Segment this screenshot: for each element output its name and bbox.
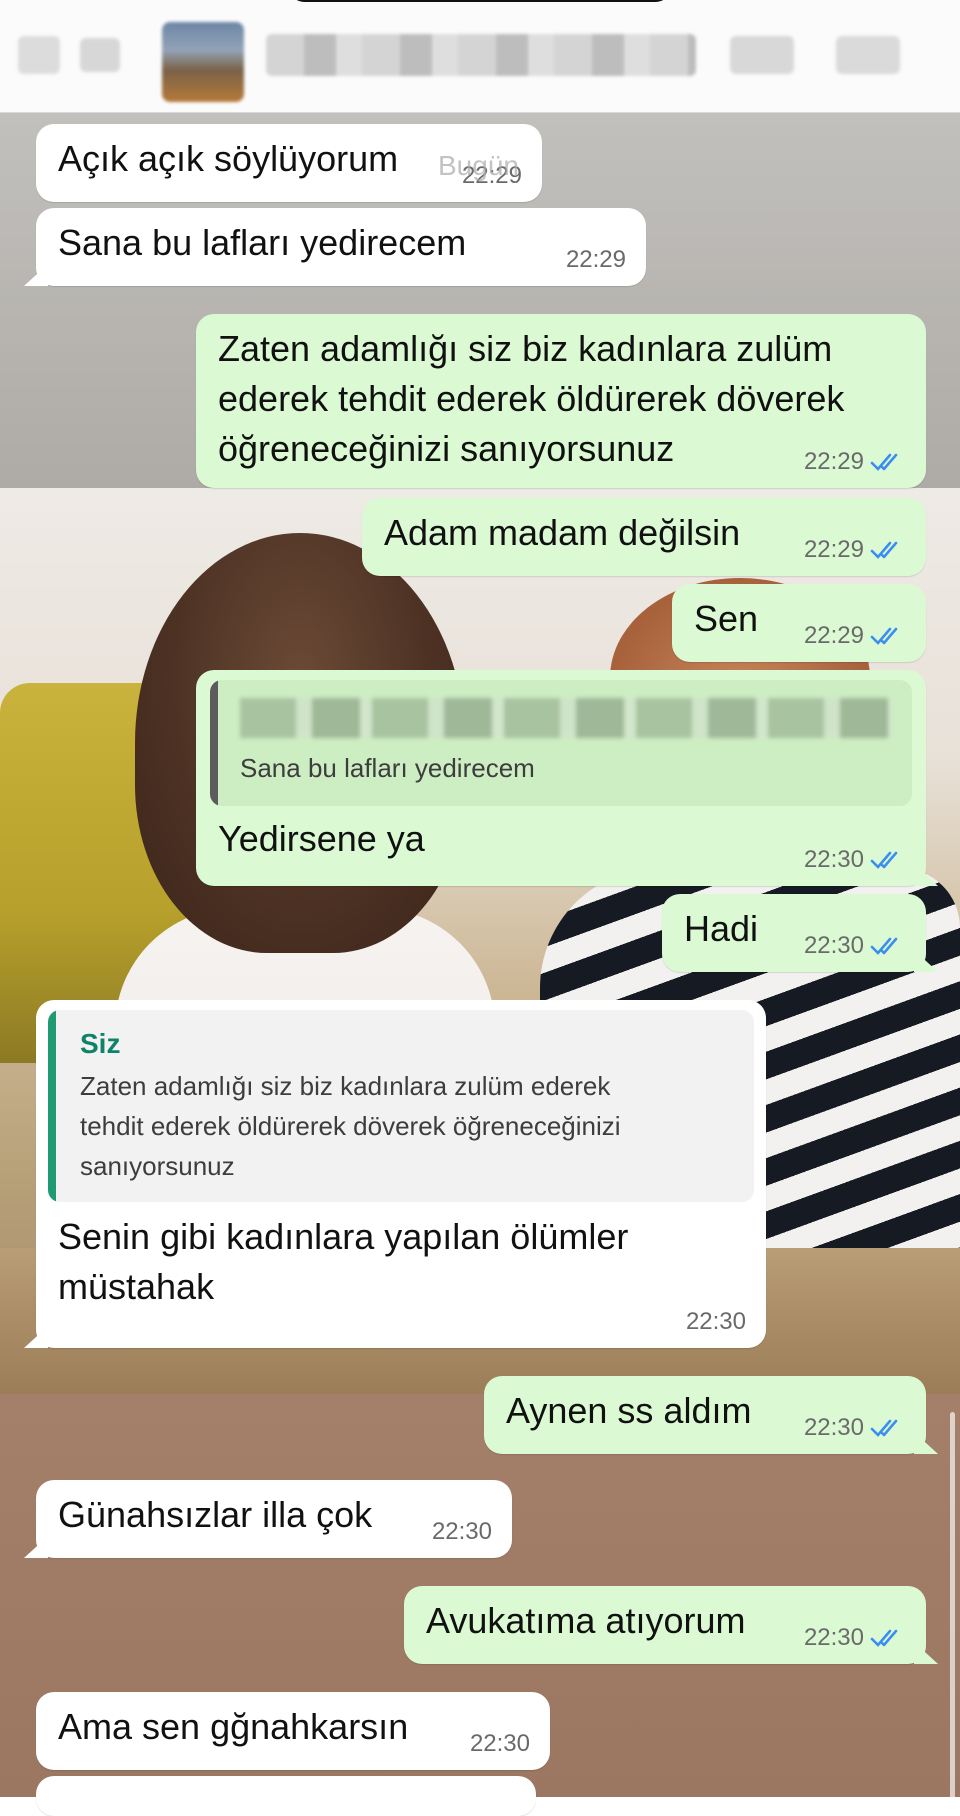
contact-name[interactable]	[266, 34, 696, 76]
double-check-icon	[870, 453, 898, 471]
message-time: 22:30	[804, 1414, 904, 1442]
quoted-message[interactable]: Sana bu lafları yedirecem	[210, 680, 912, 806]
message-outgoing[interactable]: Hadi 22:30	[662, 894, 938, 972]
message-time: 22:30	[686, 1308, 746, 1336]
time-text: 22:30	[803, 932, 864, 959]
double-check-icon	[870, 1629, 898, 1647]
contact-avatar[interactable]	[162, 22, 244, 102]
time-text: 22:30	[803, 1414, 864, 1441]
message-outgoing[interactable]: Avukatıma atıyorum 22:30	[404, 1586, 938, 1664]
time-text: 22:30	[431, 1518, 492, 1545]
unread-count-badge[interactable]	[80, 38, 120, 72]
time-text: 22:29	[803, 536, 864, 563]
quoted-message[interactable]: Siz Zaten adamlığı siz biz kadınlara zul…	[48, 1010, 754, 1202]
time-text: 22:30	[803, 1624, 864, 1651]
message-time: 22:30	[804, 1624, 904, 1652]
chat-header	[0, 0, 960, 113]
quote-author: Siz	[80, 1028, 121, 1059]
message-time: 22:30	[470, 1730, 530, 1758]
message-text: Senin gibi kadınlara yapılan ölümler müs…	[58, 1216, 629, 1307]
message-text: Zaten adamlığı siz biz kadınlara zulüm e…	[218, 328, 845, 469]
message-time: 22:30	[804, 932, 904, 960]
time-text: 22:30	[469, 1730, 530, 1757]
message-outgoing-reply[interactable]: Sana bu lafları yedirecem Yedirsene ya 2…	[196, 670, 938, 886]
message-time: 22:30	[804, 846, 904, 874]
double-check-icon	[870, 627, 898, 645]
message-text: Yedirsene ya	[218, 818, 425, 859]
time-text: 22:29	[803, 448, 864, 475]
scrollbar[interactable]	[950, 1412, 955, 1797]
phone-icon[interactable]	[836, 36, 900, 74]
message-incoming-reply[interactable]: Siz Zaten adamlığı siz biz kadınlara zul…	[24, 1000, 766, 1348]
double-check-icon	[870, 1419, 898, 1437]
quote-author-redacted	[240, 698, 892, 738]
message-incoming[interactable]: Ama sen gğnahkarsın 22:30	[36, 1692, 550, 1770]
phone-notch	[290, 0, 670, 2]
message-outgoing[interactable]: Adam madam değilsin 22:29	[362, 498, 926, 576]
message-text: Günahsızlar illa çok	[58, 1494, 373, 1535]
message-time: 22:29	[804, 536, 904, 564]
double-check-icon	[870, 937, 898, 955]
quote-bar	[48, 1010, 56, 1202]
message-incoming-partial[interactable]	[36, 1776, 536, 1816]
message-text: Sana bu lafları yedirecem	[58, 222, 467, 263]
message-time: 22:29	[804, 448, 904, 476]
time-text: 22:30	[803, 846, 864, 873]
double-check-icon	[870, 541, 898, 559]
message-outgoing[interactable]: Aynen ss aldım 22:30	[484, 1376, 938, 1454]
message-outgoing[interactable]: Zaten adamlığı siz biz kadınlara zulüm e…	[196, 314, 926, 488]
quote-bar	[210, 680, 218, 806]
message-time: 22:29	[804, 622, 904, 650]
video-camera-icon[interactable]	[730, 36, 794, 74]
message-text: Ama sen gğnahkarsın	[58, 1706, 409, 1747]
date-chip: Bugün	[438, 150, 519, 181]
chevron-left-icon[interactable]	[18, 36, 60, 74]
message-incoming[interactable]: Günahsızlar illa çok 22:30	[24, 1480, 512, 1558]
message-outgoing[interactable]: Sen 22:29	[672, 584, 926, 662]
message-time: 22:29	[566, 246, 626, 274]
message-incoming[interactable]: Sana bu lafları yedirecem 22:29	[24, 208, 646, 286]
time-text: 22:29	[565, 246, 626, 273]
time-text: 22:30	[685, 1308, 746, 1335]
message-time: 22:30	[432, 1518, 492, 1546]
quote-text: Sana bu lafları yedirecem	[240, 753, 535, 783]
time-text: 22:29	[803, 622, 864, 649]
double-check-icon	[870, 851, 898, 869]
quote-text: Zaten adamlığı siz biz kadınlara zulüm e…	[80, 1071, 621, 1181]
